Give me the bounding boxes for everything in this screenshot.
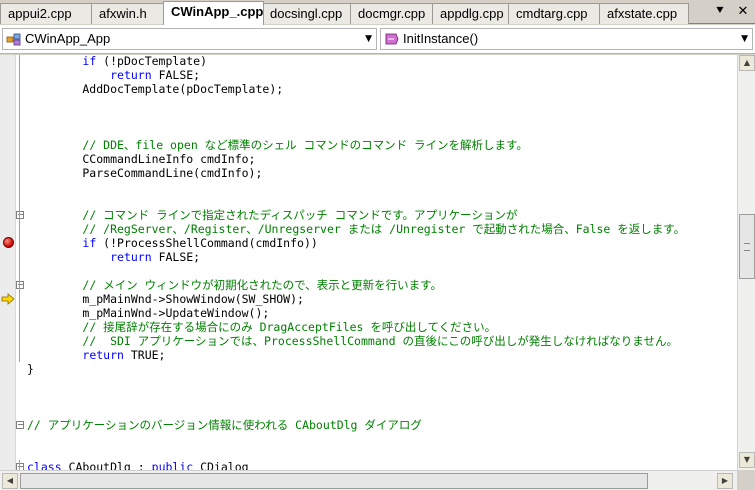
code-comment: // /RegServer、/Register、/Unregserver または…	[82, 222, 686, 236]
tab-cwinapp-cpp[interactable]: CWinApp_.cpp	[163, 1, 264, 25]
code-line[interactable]: }	[27, 362, 34, 376]
code-text: CDialog	[193, 460, 249, 470]
code-line[interactable]: return TRUE;	[27, 348, 165, 362]
scroll-down-button[interactable]: ▼	[739, 452, 755, 468]
code-keyword: class	[27, 460, 62, 470]
class-combo-value: CWinApp_App	[25, 31, 111, 46]
code-keyword: public	[151, 460, 194, 470]
code-line[interactable]: m_pMainWnd->UpdateWindow();	[27, 306, 269, 320]
horizontal-scrollbar[interactable]: ◀ ▶	[0, 470, 737, 490]
code-editor[interactable]: if (!pDocTemplate) return FALSE; AddDocT…	[0, 55, 737, 470]
code-text: CAboutDlg :	[61, 460, 152, 470]
code-line[interactable]: return FALSE;	[27, 250, 200, 264]
code-keyword: if	[82, 55, 97, 68]
chevron-down-icon[interactable]: ▼	[741, 31, 748, 47]
class-combo[interactable]: CWinApp_App ▼	[2, 28, 377, 50]
fold-guide	[19, 460, 20, 470]
code-keyword: return	[110, 250, 152, 264]
code-line[interactable]: class CAboutDlg : public CDialog	[27, 460, 249, 470]
code-text: }	[27, 362, 34, 376]
tab-list-dropdown-icon[interactable]: ⯆	[712, 4, 728, 20]
code-line[interactable]: // 接尾辞が存在する場合にのみ DragAcceptFiles を呼び出してく…	[27, 320, 496, 334]
code-line[interactable]: // コマンド ラインで指定されたディスパッチ コマンドです。アプリケーションが	[27, 208, 517, 222]
code-line[interactable]: ParseCommandLine(cmdInfo);	[27, 166, 262, 180]
horizontal-scroll-thumb[interactable]	[20, 473, 648, 489]
code-text: (!ProcessShellCommand(cmdInfo))	[96, 236, 318, 250]
navigation-bar: CWinApp_App ▼ InitInstance() ▼	[0, 25, 755, 54]
code-text: ParseCommandLine(cmdInfo);	[27, 166, 263, 180]
code-line[interactable]: CCommandLineInfo cmdInfo;	[27, 152, 255, 166]
code-keyword: return	[82, 348, 124, 362]
code-text: (!pDocTemplate)	[96, 55, 208, 68]
method-icon	[385, 33, 399, 45]
tab-strip: appui2.cpp afxwin.h CWinApp_.cpp docsingl.c…	[0, 0, 755, 25]
code-line[interactable]: AddDocTemplate(pDocTemplate);	[27, 82, 283, 96]
code-text: FALSE;	[151, 250, 201, 264]
code-line[interactable]: if (!ProcessShellCommand(cmdInfo))	[27, 236, 318, 250]
current-statement-arrow-icon	[1, 293, 15, 305]
code-comment: // メイン ウィンドウが初期化されたので、表示と更新を行います。	[82, 278, 442, 292]
class-icon	[6, 33, 21, 46]
tab-afxwin-h[interactable]: afxwin.h	[91, 3, 165, 24]
code-text: AddDocTemplate(pDocTemplate);	[27, 82, 284, 96]
tab-docsingl-cpp[interactable]: docsingl.cpp	[262, 3, 352, 24]
code-comment: // DDE、file open など標準のシェル コマンドのコマンド ラインを…	[82, 138, 528, 152]
tab-afxstate-cpp[interactable]: afxstate.cpp	[599, 3, 689, 24]
vertical-scrollbar[interactable]: ▲ ▼	[737, 55, 755, 470]
scroll-up-button[interactable]: ▲	[739, 55, 755, 71]
tab-appui2-cpp[interactable]: appui2.cpp	[0, 3, 93, 24]
scroll-left-button[interactable]: ◀	[2, 473, 18, 489]
code-line[interactable]: // /RegServer、/Register、/Unregserver または…	[27, 222, 685, 236]
code-comment: // アプリケーションのバージョン情報に使われる CAboutDlg ダイアログ	[27, 418, 422, 432]
fold-toggle-icon[interactable]: −	[16, 211, 24, 219]
code-line[interactable]: // アプリケーションのバージョン情報に使われる CAboutDlg ダイアログ	[27, 418, 422, 432]
code-line[interactable]: m_pMainWnd->ShowWindow(SW_SHOW);	[27, 292, 304, 306]
code-line[interactable]: // DDE、file open など標準のシェル コマンドのコマンド ラインを…	[27, 138, 528, 152]
code-comment: // コマンド ラインで指定されたディスパッチ コマンドです。アプリケーションが	[82, 208, 518, 222]
fold-toggle-icon[interactable]: −	[16, 463, 24, 470]
fold-guide	[19, 278, 20, 362]
tab-docmgr-cpp[interactable]: docmgr.cpp	[350, 3, 434, 24]
tab-appdlg-cpp[interactable]: appdlg.cpp	[432, 3, 510, 24]
code-text: FALSE;	[151, 68, 201, 82]
member-combo-value: InitInstance()	[403, 31, 479, 46]
code-keyword: return	[110, 68, 152, 82]
scroll-right-button[interactable]: ▶	[717, 473, 733, 489]
code-comment: // SDI アプリケーションでは、ProcessShellCommand の直…	[82, 334, 678, 348]
code-text: m_pMainWnd->UpdateWindow();	[27, 306, 270, 320]
breakpoint-icon[interactable]	[3, 237, 14, 248]
vertical-scroll-thumb[interactable]	[739, 214, 755, 279]
tab-cmdtarg-cpp[interactable]: cmdtarg.cpp	[508, 3, 601, 24]
code-line[interactable]: // SDI アプリケーションでは、ProcessShellCommand の直…	[27, 334, 678, 348]
code-comment: // 接尾辞が存在する場合にのみ DragAcceptFiles を呼び出してく…	[82, 320, 497, 334]
indicator-margin[interactable]	[0, 55, 16, 470]
code-text: m_pMainWnd->ShowWindow(SW_SHOW);	[27, 292, 304, 306]
code-keyword: if	[82, 236, 97, 250]
member-combo[interactable]: InitInstance() ▼	[380, 28, 753, 50]
close-icon[interactable]: ✕	[735, 4, 751, 20]
fold-guide	[19, 208, 20, 250]
code-text: CCommandLineInfo cmdInfo;	[27, 152, 256, 166]
code-text: TRUE;	[123, 348, 166, 362]
code-line[interactable]: // メイン ウィンドウが初期化されたので、表示と更新を行います。	[27, 278, 442, 292]
scrollbar-corner	[737, 470, 755, 490]
code-line[interactable]: return FALSE;	[27, 68, 200, 82]
chevron-down-icon[interactable]: ▼	[365, 31, 372, 47]
fold-toggle-icon[interactable]: −	[16, 281, 24, 289]
code-line[interactable]: if (!pDocTemplate)	[27, 55, 207, 68]
fold-toggle-icon[interactable]: −	[16, 421, 24, 429]
